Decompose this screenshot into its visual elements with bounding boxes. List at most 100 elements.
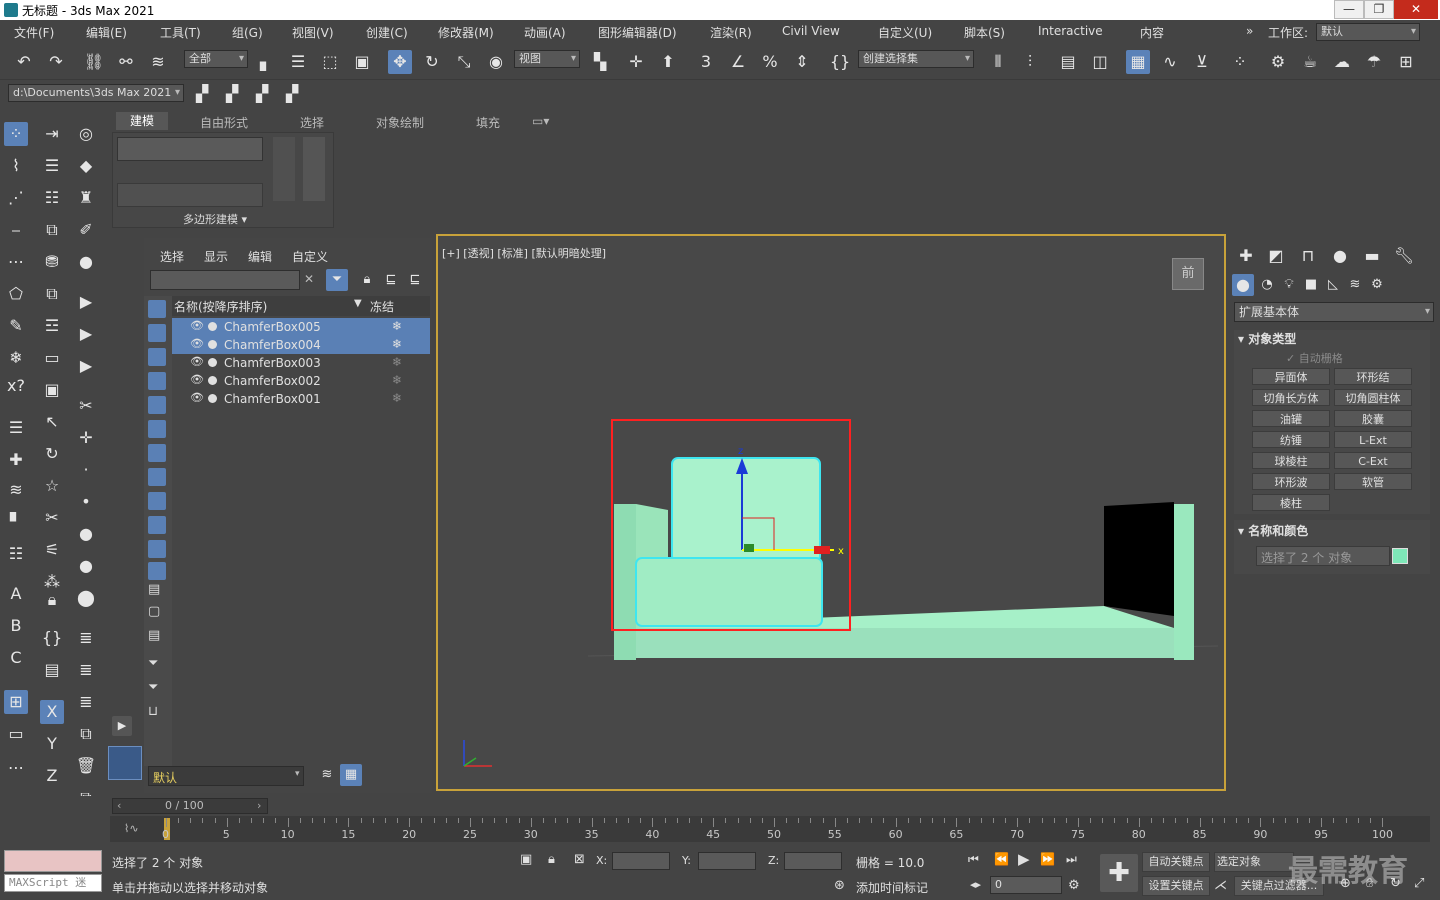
time-slider[interactable]: ‹ 0 / 100 › [112,798,268,814]
modify-panel-icon[interactable]: ◩ [1264,244,1288,268]
render-setup-icon[interactable]: ☕ [1298,50,1322,74]
tab-populate[interactable]: 填充 [476,114,500,131]
project-save-icon[interactable]: ▞ [250,82,274,106]
gizmo-icon[interactable]: ✛ [74,426,98,450]
freeze-snowflake-icon[interactable]: ❄ [392,319,402,333]
cursor-tool-icon[interactable]: ↖ [40,410,64,434]
display-warps-icon[interactable] [148,420,166,438]
ribbon-group-label[interactable]: 多边形建模 ▾ [183,211,247,227]
select-tool-icon[interactable]: ⁘ [4,122,28,146]
orbit-icon[interactable]: ↻ [1390,876,1401,891]
time-config-icon[interactable]: ⚙ [1068,878,1080,893]
display-geometry-icon[interactable] [148,300,166,318]
column-name-header[interactable]: 名称(按降序排序) [174,298,267,315]
menu-file[interactable]: 文件(F) [14,24,54,41]
display-lights-icon[interactable] [148,348,166,366]
keyboard-shortcut-icon[interactable]: ⬆ [656,50,680,74]
visibility-eye-icon[interactable]: 👁︎ [190,337,204,350]
tab-freeform[interactable]: 自由形式 [200,114,248,131]
object-type-button[interactable]: 切角长方体 [1252,389,1330,406]
knife-icon[interactable]: ⚟ [40,538,64,562]
list-icon[interactable]: ☰ [40,154,64,178]
star-icon[interactable]: ☆ [40,474,64,498]
spinner-snap-icon[interactable]: ⇕ [790,50,814,74]
object-type-button[interactable]: 油罐 [1252,410,1330,427]
stack-layers3-icon[interactable]: ≣ [74,690,98,714]
minimize-button[interactable]: — [1334,0,1364,19]
ruler-dots-icon[interactable]: ⋯ [4,756,28,780]
menu-scripting[interactable]: 脚本(S) [964,24,1005,41]
side-buttons[interactable] [273,137,295,201]
pen-icon[interactable]: ✐ [74,218,98,242]
scene-tab-edit[interactable]: 编辑 [248,248,272,265]
redo-icon[interactable]: ↷ [44,50,68,74]
autogrid-checkbox[interactable]: ✓ 自动栅格 [1286,350,1343,366]
y-coordinate-field[interactable] [698,852,756,870]
previous-frame-icon[interactable]: ⏪ [994,852,1009,866]
rendered-frame-icon[interactable]: ☁ [1330,50,1354,74]
perspective-viewport[interactable]: [+] [透视] [标准] [默认明暗处理] 前 z x [436,234,1226,791]
filter-icon[interactable]: ⏷ [326,269,348,291]
layer-explorer-icon[interactable]: ◫ [1088,50,1112,74]
curve-editor-icon[interactable]: ∿ [1158,50,1182,74]
isolate-icon[interactable]: ▣ [520,852,532,867]
visibility-eye-icon[interactable]: 👁︎ [190,319,204,332]
display-xrefs-icon[interactable] [148,468,166,486]
ruler-icon[interactable]: ▭ [4,722,28,746]
display-frozen-icon[interactable] [148,540,166,558]
object-color-swatch[interactable] [1392,548,1408,564]
scissor2-icon[interactable]: ✂ [74,394,98,418]
set-key-button[interactable]: 设置关键点 [1142,876,1210,896]
loop-icon[interactable]: ↻ [40,442,64,466]
visibility-eye-icon[interactable]: 👁︎ [190,355,204,368]
text-a-icon[interactable]: A [4,582,28,606]
window-crossing-icon[interactable]: ▣ [350,50,374,74]
visibility-eye-icon[interactable]: 👁︎ [190,373,204,386]
lock-filter-icon[interactable]: 🔒︎ [356,269,378,291]
pivot-center-icon[interactable]: ▚ [588,50,612,74]
display-shapes-icon[interactable] [148,324,166,342]
display-cameras-icon[interactable] [148,372,166,390]
stack-icon[interactable]: ≋ [4,478,28,502]
hierarchy-icon[interactable]: ⊑ [380,269,402,291]
next-frame-icon[interactable]: ⏩ [1040,852,1055,866]
viewport-layout-icon[interactable] [108,746,142,780]
scene-tab-display[interactable]: 显示 [204,248,228,265]
brush-icon[interactable]: ✎ [4,314,28,338]
render-toggle-icon[interactable] [208,376,217,385]
play-fwd-icon[interactable]: ▶ [74,322,98,346]
text-c-icon[interactable]: C [4,646,28,670]
render-grid-icon[interactable]: ⊞ [1394,50,1418,74]
object-type-button[interactable]: C-Ext [1334,452,1412,469]
bind-space-warp-icon[interactable]: ≋ [146,50,170,74]
link-tool-icon[interactable]: ⛓ [82,50,106,74]
trash-icon[interactable]: 🗑︎ [74,754,98,778]
maximize-button[interactable]: ❐ [1364,0,1394,19]
layer-add-icon[interactable]: ⧉ [74,722,98,746]
maximize-viewport-icon[interactable]: ⤢ [1414,876,1424,891]
grid-snap-icon[interactable]: ⊞ [4,690,28,714]
set-key-mode-icon[interactable]: ✚ [1100,854,1138,892]
freeze-snowflake-icon[interactable]: ❄ [392,391,402,405]
paint-select-icon[interactable]: ⋰ [4,186,28,210]
tab-selection[interactable]: 选择 [300,114,324,131]
align-icon[interactable]: ⫶ [1018,50,1042,74]
unlink-icon[interactable]: ⚯ [114,50,138,74]
ribbon-options-icon[interactable]: ▭▾ [532,114,549,128]
menu-view[interactable]: 视图(V) [292,24,334,41]
tab-modeling[interactable]: 建模 [116,112,169,130]
project-folder-dropdown[interactable]: d:\Documents\3ds Max 2021 [8,84,184,102]
expand-panel-icon[interactable]: ▶ [112,716,132,736]
hierarchy-panel-icon[interactable]: ⊓ [1296,244,1320,268]
menu-tools[interactable]: 工具(T) [160,24,201,41]
hierarchy2-icon[interactable]: ⊑ [404,269,426,291]
display-bones-icon[interactable] [148,492,166,510]
helpers-icon[interactable]: ◺ [1322,274,1344,296]
object-type-button[interactable]: 软管 [1334,473,1412,490]
scene-explorer-mode-icon[interactable]: ▦ [340,764,362,786]
display-helpers-icon[interactable] [148,396,166,414]
dope-sheet-icon[interactable]: ⊻ [1190,50,1214,74]
axis-x-icon[interactable]: X [40,700,64,724]
toggle-ribbon-icon[interactable]: ▦ [1126,50,1150,74]
camera-icon[interactable]: ◎ [74,122,98,146]
